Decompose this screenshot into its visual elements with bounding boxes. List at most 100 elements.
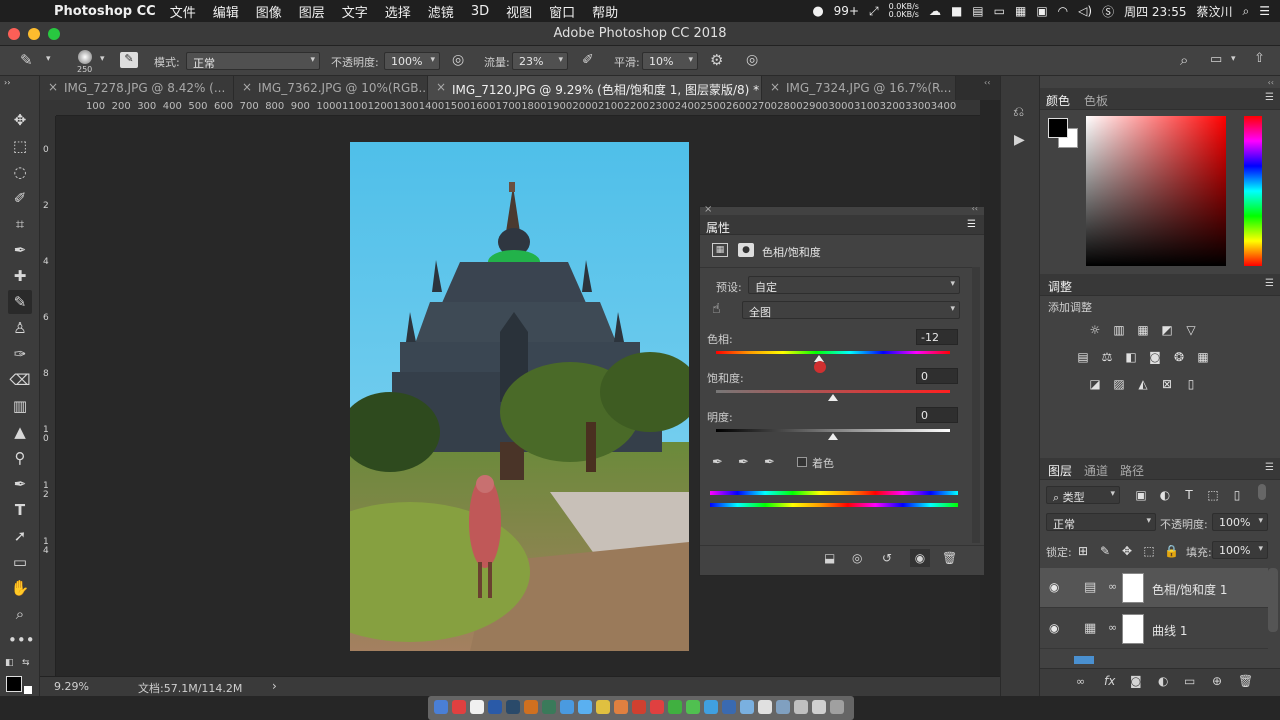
- vibrance-icon[interactable]: ▽: [1184, 323, 1198, 337]
- gear-icon[interactable]: ⚙: [710, 51, 723, 69]
- visibility-eye-icon[interactable]: ◉: [1049, 621, 1059, 635]
- eraser-tool-icon[interactable]: ⌫: [8, 368, 32, 392]
- close-icon[interactable]: ×: [704, 204, 712, 215]
- chevron-down-icon[interactable]: ▾: [46, 54, 51, 64]
- saturation-slider-track[interactable]: [716, 390, 950, 393]
- fx-icon[interactable]: fx: [1104, 674, 1115, 688]
- dock-app-icon[interactable]: [740, 700, 754, 714]
- trash-icon[interactable]: 🗑: [942, 551, 957, 565]
- panel-menu-icon[interactable]: ☰: [967, 219, 976, 230]
- close-icon[interactable]: ×: [242, 80, 252, 94]
- levels-icon[interactable]: ▥: [1112, 323, 1126, 337]
- dock-app-icon[interactable]: [758, 700, 772, 714]
- new-adjustment-icon[interactable]: ◐: [1158, 674, 1168, 688]
- hue-saturation-icon[interactable]: ▤: [1076, 350, 1090, 364]
- visibility-eye-icon[interactable]: ◉: [1049, 580, 1059, 594]
- menu-view[interactable]: 视图: [506, 2, 532, 21]
- curves-icon[interactable]: ▦: [1136, 323, 1150, 337]
- tab-img-7324[interactable]: × IMG_7324.JPG @ 16.7%(R...: [762, 76, 956, 100]
- hue-slider-track[interactable]: [716, 351, 950, 354]
- dock-app-icon[interactable]: [794, 700, 808, 714]
- dock-app-icon[interactable]: [452, 700, 466, 714]
- layer-curves[interactable]: ◉ ▦ ∞ 曲线 1: [1040, 609, 1268, 649]
- black-white-icon[interactable]: ◧: [1124, 350, 1138, 364]
- dock-app-icon[interactable]: [614, 700, 628, 714]
- marquee-tool-icon[interactable]: ⬚: [8, 134, 32, 158]
- brush-preview-icon[interactable]: [78, 50, 92, 64]
- dock-app-icon[interactable]: [722, 700, 736, 714]
- menu-help[interactable]: 帮助: [592, 2, 618, 21]
- dock-app-icon[interactable]: [650, 700, 664, 714]
- dock-app-icon[interactable]: [434, 700, 448, 714]
- eyedropper-tool-icon[interactable]: ✒: [8, 238, 32, 262]
- lock-transparency-icon[interactable]: ⊞: [1076, 544, 1090, 558]
- brush-settings-icon[interactable]: ✎: [120, 52, 138, 68]
- dock-app-icon[interactable]: [686, 700, 700, 714]
- link-icon[interactable]: ∞: [1108, 580, 1117, 593]
- pressure-opacity-icon[interactable]: ◎: [452, 52, 464, 68]
- filter-type-icon[interactable]: T: [1182, 488, 1196, 502]
- chevron-down-icon[interactable]: ▾: [100, 54, 105, 64]
- clock[interactable]: 周四 23:55: [1124, 3, 1186, 20]
- pen-tool-icon[interactable]: ✒: [8, 472, 32, 496]
- layer-hue-saturation[interactable]: ◉ ▤ ∞ 色相/饱和度 1: [1040, 568, 1268, 608]
- reset-icon[interactable]: ↺: [882, 551, 892, 565]
- hue-strip[interactable]: [1244, 116, 1262, 266]
- menu-3d[interactable]: 3D: [471, 4, 489, 19]
- saturation-input[interactable]: 0: [916, 368, 958, 384]
- type-tool-icon[interactable]: T: [8, 498, 32, 522]
- adjustment-layer-icon[interactable]: ▦: [712, 243, 728, 257]
- dock-app-icon[interactable]: [578, 700, 592, 714]
- filter-adjustment-icon[interactable]: ◐: [1158, 488, 1172, 502]
- tab-paths[interactable]: 路径: [1120, 462, 1144, 479]
- fill-input[interactable]: 100% ▾: [1212, 541, 1268, 559]
- share-icon[interactable]: ⇧: [1254, 51, 1265, 66]
- eyedropper-plus-icon[interactable]: ✒: [738, 455, 749, 470]
- layer-mask-thumbnail[interactable]: [1122, 614, 1144, 644]
- menu-filter[interactable]: 滤镜: [428, 2, 454, 21]
- filter-toggle[interactable]: [1258, 484, 1266, 500]
- menu-layer[interactable]: 图层: [299, 2, 325, 21]
- opacity-input[interactable]: 100% ▾: [384, 52, 440, 70]
- flow-input[interactable]: 23% ▾: [512, 52, 568, 70]
- layer-name[interactable]: 色相/饱和度 1: [1152, 581, 1228, 598]
- default-colors-icon[interactable]: ◧: [5, 658, 14, 668]
- play-action-icon[interactable]: ▶: [1014, 132, 1025, 148]
- lightness-slider-thumb[interactable]: [828, 433, 838, 440]
- invert-icon[interactable]: ◪: [1088, 377, 1102, 391]
- hand-tool-icon[interactable]: ✋: [8, 576, 32, 600]
- lock-position-icon[interactable]: ✥: [1120, 544, 1134, 558]
- tab-layers[interactable]: 图层: [1048, 462, 1072, 479]
- airplay-icon[interactable]: ▭: [994, 4, 1005, 18]
- exposure-icon[interactable]: ◩: [1160, 323, 1174, 337]
- vertical-ruler[interactable]: 0 2 4 6 8 10 12 14: [40, 116, 56, 676]
- app-menu[interactable]: Photoshop CC: [54, 4, 156, 19]
- mode-select[interactable]: 正常 ▾: [186, 52, 320, 70]
- brush-tool-icon[interactable]: ✎: [20, 51, 33, 69]
- brush-tool-icon[interactable]: ✎: [8, 290, 32, 314]
- visibility-eye-icon[interactable]: ◉: [910, 549, 930, 567]
- hue-input[interactable]: -12: [916, 329, 958, 345]
- close-icon[interactable]: ×: [436, 80, 446, 94]
- link-icon[interactable]: ∞: [1108, 621, 1117, 634]
- tab-color[interactable]: 颜色: [1046, 92, 1070, 109]
- layer-thumbnail[interactable]: [1074, 656, 1094, 664]
- chevron-down-icon[interactable]: ▾: [1231, 54, 1236, 64]
- colorize-checkbox[interactable]: [797, 457, 807, 467]
- layer-mask-thumbnail[interactable]: [1122, 573, 1144, 603]
- drive-icon[interactable]: ▤: [972, 4, 983, 18]
- collapse-icon[interactable]: ‹‹: [1268, 78, 1274, 87]
- menu-select[interactable]: 选择: [385, 2, 411, 21]
- color-balance-icon[interactable]: ⚖: [1100, 350, 1114, 364]
- workspace-icon[interactable]: ▭: [1210, 52, 1222, 67]
- menu-type[interactable]: 文字: [342, 2, 368, 21]
- more-tools-icon[interactable]: •••: [8, 628, 35, 652]
- crop-tool-icon[interactable]: ⌗: [8, 212, 32, 236]
- color-lookup-icon[interactable]: ▦: [1196, 350, 1210, 364]
- gradient-map-icon[interactable]: ▯: [1184, 377, 1198, 391]
- close-icon[interactable]: ×: [770, 80, 780, 94]
- smoothing-input[interactable]: 10% ▾: [642, 52, 698, 70]
- quick-select-tool-icon[interactable]: ✐: [8, 186, 32, 210]
- menu-image[interactable]: 图像: [256, 2, 282, 21]
- add-mask-icon[interactable]: ◙: [1130, 674, 1142, 688]
